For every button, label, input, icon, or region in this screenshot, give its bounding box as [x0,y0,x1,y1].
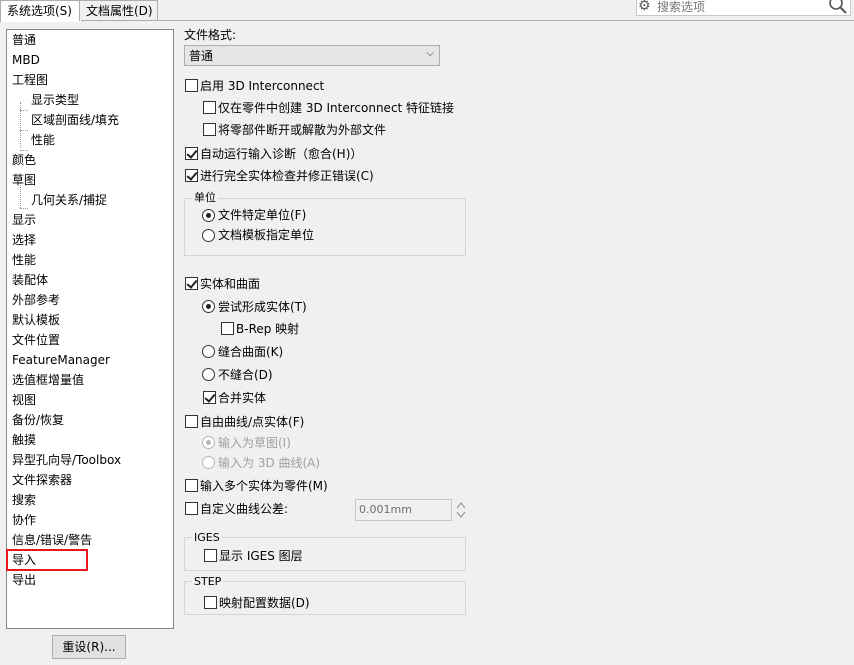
reset-button[interactable]: 重设(R)... [52,635,126,659]
tree-item[interactable]: 信息/错误/警告 [12,530,92,550]
file-units-label: 文件特定单位(F) [218,208,307,222]
full-check-checkbox[interactable] [185,169,198,182]
tab-divider [81,20,854,21]
file-units-radio[interactable] [202,209,215,222]
knit-radio[interactable] [202,345,215,358]
step-title: STEP [192,575,224,588]
gear-icon: ⚙ [638,0,651,14]
tree-item[interactable]: 工程图 [12,70,48,90]
tree-item[interactable]: 备份/恢复 [12,410,64,430]
file-format-select[interactable]: 普通 ⌵ [184,45,440,66]
auto-diagnosis-label: 自动运行输入诊断（愈合(H)） [200,147,363,161]
multi-body-checkbox[interactable] [185,479,198,492]
tolerance-value: 0.001mm [359,503,412,516]
tree-item[interactable]: 性能 [12,250,36,270]
options-tree[interactable]: 普通 MBD 工程图 显示类型 区域剖面线/填充 性能 颜色 草图 几何关系/捕… [6,29,174,629]
map-config-label: 映射配置数据(D) [219,596,310,610]
custom-tolerance-checkbox[interactable] [185,502,198,515]
no-knit-radio[interactable] [202,368,215,381]
tree-item[interactable]: 文件位置 [12,330,60,350]
tab-document-properties[interactable]: 文档属性(D) [79,0,158,21]
free-curves-checkbox[interactable] [185,415,198,428]
tree-branch-line [20,102,21,148]
as-sketch-label: 输入为草图(I) [218,436,291,450]
template-units-label: 文档模板指定单位 [218,228,315,242]
tree-item[interactable]: 搜索 [12,490,36,510]
tree-item[interactable]: 导出 [12,570,36,590]
search-placeholder: 搜索选项 [657,0,706,14]
tree-item[interactable]: 默认模板 [12,310,60,330]
try-solid-radio[interactable] [202,300,215,313]
tree-branch-line [20,208,28,209]
tab-system-options[interactable]: 系统选项(S) [0,0,83,22]
file-format-label: 文件格式: [184,28,237,42]
tree-item[interactable]: 选择 [12,230,36,250]
tree-item[interactable]: 视图 [12,390,36,410]
spin-arrows-icon[interactable] [455,500,467,520]
tree-item[interactable]: 区域剖面线/填充 [31,110,119,130]
tree-item[interactable]: 颜色 [12,150,36,170]
brep-checkbox[interactable] [221,322,234,335]
break-link-checkbox[interactable] [203,123,216,136]
enable-3di-checkbox[interactable] [185,79,198,92]
tree-item[interactable]: 性能 [31,130,55,150]
no-knit-label: 不缝合(D) [218,368,273,382]
break-link-label: 将零部件断开或解散为外部文件 [218,123,387,137]
tree-item[interactable]: 装配体 [12,270,48,290]
full-check-label: 进行完全实体检查并修正错误(C) [200,169,374,183]
file-format-value: 普通 [189,49,214,63]
search-icon[interactable] [828,0,848,15]
custom-tolerance-label: 自定义曲线公差: [200,502,289,516]
tree-item[interactable]: 显示类型 [31,90,79,110]
tree-item[interactable]: 显示 [12,210,36,230]
free-curves-label: 自由曲线/点实体(F) [200,415,305,429]
create-link-checkbox[interactable] [203,101,216,114]
units-title: 单位 [192,191,218,204]
tree-item[interactable]: 外部参考 [12,290,60,310]
tolerance-input[interactable]: 0.001mm [355,499,452,521]
tree-item[interactable]: 选值框增量值 [12,370,84,390]
search-box[interactable]: ⚙ 搜索选项 [636,0,851,16]
solids-surfaces-checkbox[interactable] [185,277,198,290]
show-iges-layers-label: 显示 IGES 图层 [219,549,303,563]
map-config-checkbox[interactable] [204,596,217,609]
tree-branch-line [20,110,28,111]
tree-item[interactable]: 协作 [12,510,36,530]
as-sketch-radio[interactable] [202,436,215,449]
merge-label: 合并实体 [218,391,267,405]
tree-item[interactable]: 普通 [12,30,36,50]
multi-body-label: 输入多个实体为零件(M) [200,479,328,493]
tree-item[interactable]: 触摸 [12,430,36,450]
tree-item[interactable]: 文件探索器 [12,470,72,490]
as-3d-label: 输入为 3D 曲线(A) [218,456,321,470]
brep-label: B-Rep 映射 [236,322,300,336]
tree-branch-line [20,130,28,131]
auto-diagnosis-checkbox[interactable] [185,147,198,160]
selection-highlight [6,549,88,571]
tree-item[interactable]: 异型孔向导/Toolbox [12,450,121,470]
solids-surfaces-label: 实体和曲面 [200,277,261,291]
chevron-down-icon: ⌵ [426,48,434,59]
try-solid-label: 尝试形成实体(T) [218,300,307,314]
tree-item[interactable]: 几何关系/捕捉 [31,190,107,210]
create-link-label: 仅在零件中创建 3D Interconnect 特征链接 [218,101,455,115]
tree-item[interactable]: FeatureManager [12,350,110,370]
enable-3di-label: 启用 3D Interconnect [200,79,325,93]
as-3d-radio[interactable] [202,456,215,469]
tree-item[interactable]: 草图 [12,170,36,190]
template-units-radio[interactable] [202,229,215,242]
merge-checkbox[interactable] [203,391,216,404]
show-iges-layers-checkbox[interactable] [204,549,217,562]
iges-title: IGES [192,531,222,544]
tree-item[interactable]: MBD [12,50,40,70]
knit-label: 缝合曲面(K) [218,345,284,359]
